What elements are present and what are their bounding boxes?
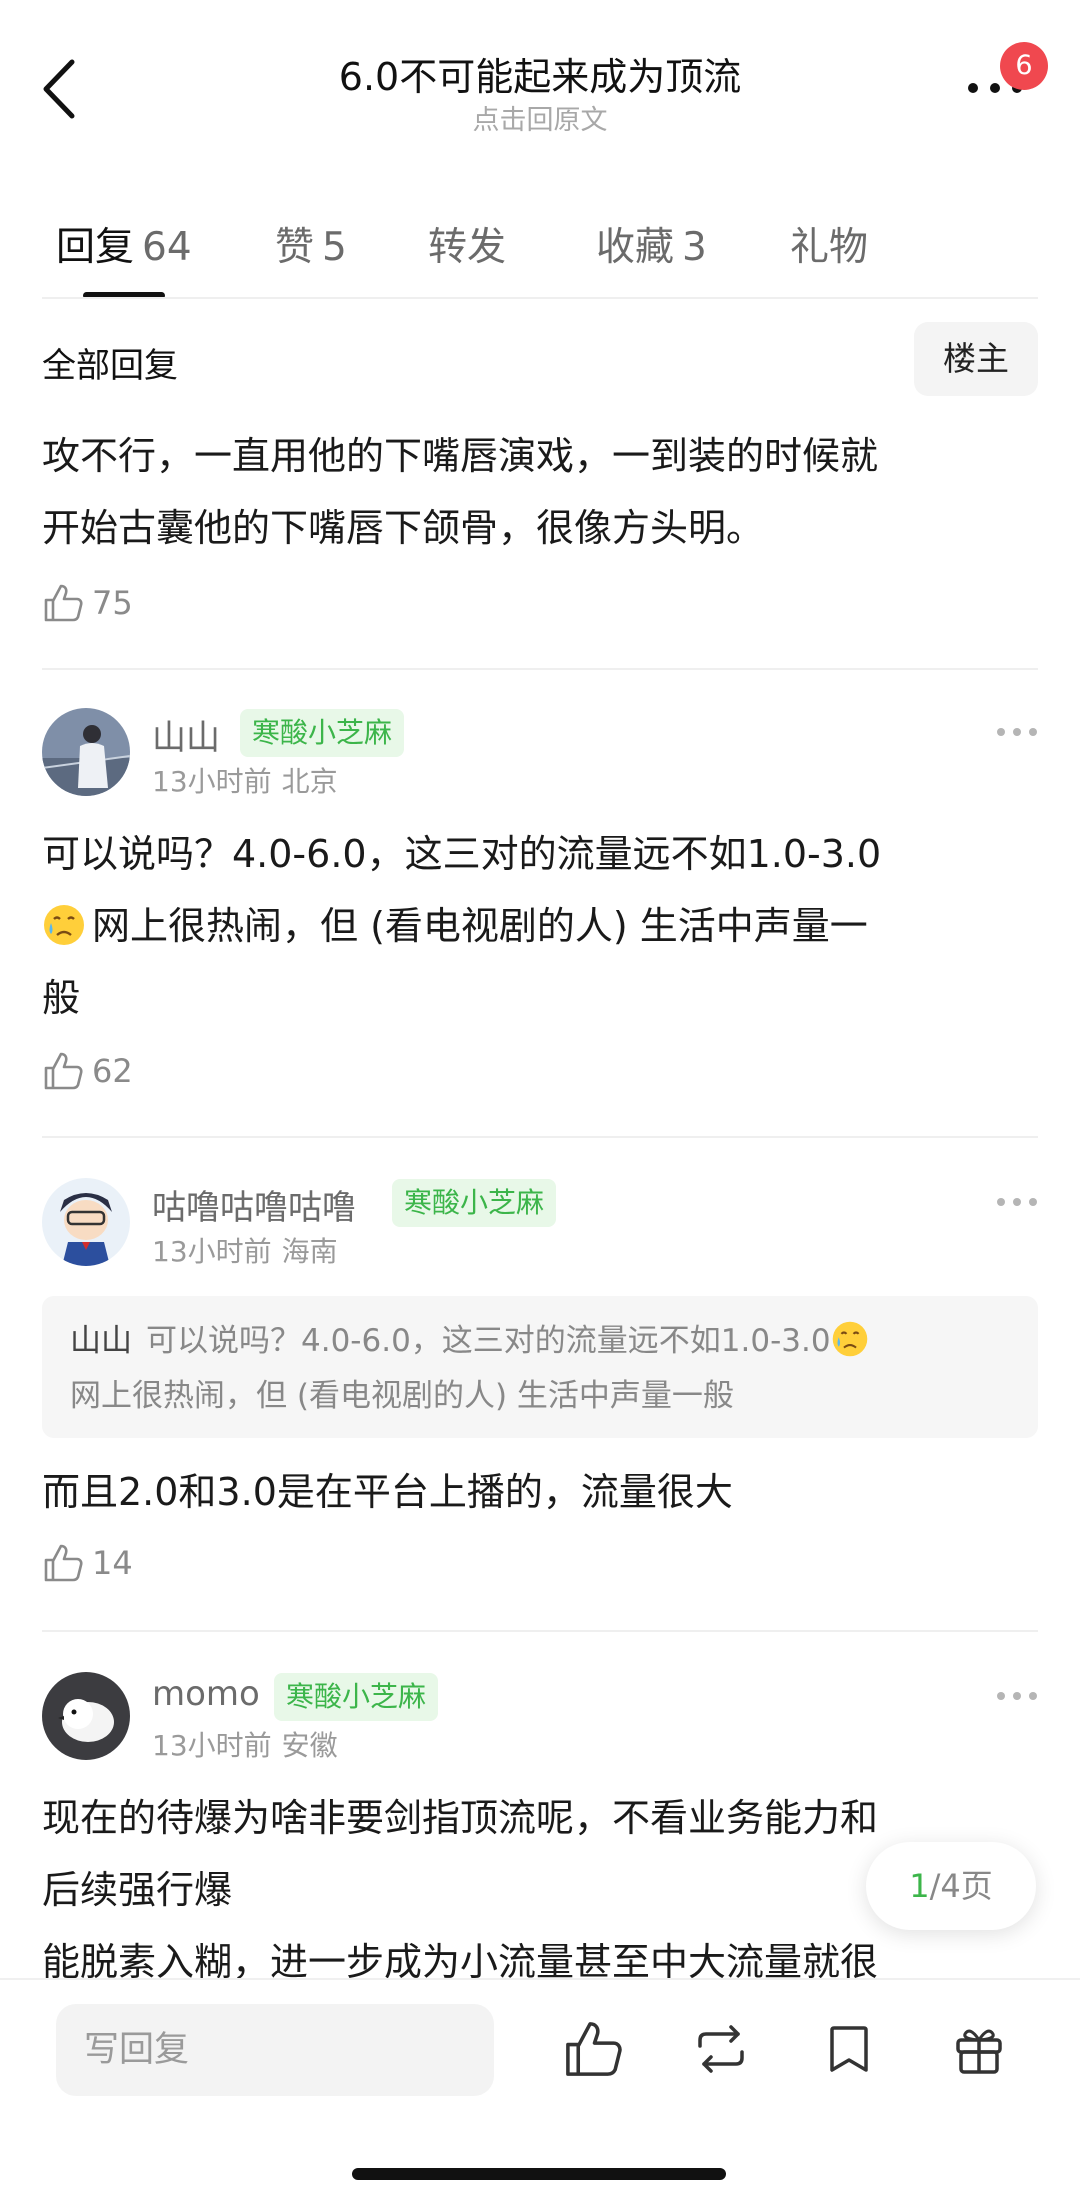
tab-count: 5 [322, 225, 347, 270]
avatar[interactable] [42, 708, 130, 796]
timestamp: 13小时前 [152, 765, 272, 798]
comment-body: 攻不行，一直用他的下嘴唇演戏，一到装的时候就 开始古囊他的下嘴唇下颌骨，很像方头… [42, 420, 1042, 564]
divider [42, 1136, 1038, 1138]
tab-favorites[interactable]: 收藏 3 [596, 216, 707, 272]
tab-reposts[interactable]: 转发 [428, 216, 506, 272]
all-replies-heading: 全部回复 [42, 346, 178, 386]
comment-body: 而且2.0和3.0是在平台上播的，流量很大 [42, 1456, 1042, 1528]
total-pages: /4页 [929, 1867, 993, 1905]
tab-label: 赞 [275, 225, 315, 270]
username[interactable]: momo [152, 1674, 260, 1714]
bookmark-button[interactable] [818, 2018, 880, 2080]
user-avatar-image [42, 1672, 130, 1760]
location: 北京 [281, 765, 338, 798]
comment-line: 攻不行，一直用他的下嘴唇演戏，一到装的时候就 [42, 434, 879, 478]
avatar[interactable] [42, 1178, 130, 1266]
reply-input[interactable]: 写回复 [56, 2004, 494, 2096]
current-page: 1 [909, 1867, 930, 1905]
tab-likes[interactable]: 赞5 [275, 216, 347, 272]
gift-button[interactable] [948, 2018, 1010, 2080]
comment-more-icon[interactable] [996, 726, 1038, 738]
tab-label: 收藏 [596, 225, 675, 270]
tab-label: 转发 [428, 225, 507, 270]
back-to-original-link[interactable]: 点击回原文 [0, 98, 1080, 137]
username[interactable]: 咕噜咕噜咕噜 [152, 1180, 356, 1229]
avatar[interactable] [42, 1672, 130, 1760]
post-title[interactable]: 6.0不可能起来成为顶流 [0, 46, 1080, 101]
tab-bar: 回复 64 赞5 转发 收藏 3 礼物 [0, 200, 1080, 300]
comment-line: 现在的待爆为啥非要剑指顶流呢，不看业务能力和 [42, 1796, 879, 1840]
user-avatar-image [42, 1178, 130, 1266]
user-level-badge: 寒酸小芝麻 [274, 1673, 439, 1721]
tab-count: 64 [142, 225, 192, 270]
home-indicator [352, 2168, 726, 2180]
quoted-reply[interactable]: 山山 可以说吗？4.0-6.0，这三对的流量远不如1.0-3.0 网上很热闹，但 … [42, 1296, 1038, 1438]
location: 海南 [281, 1235, 338, 1268]
page-indicator[interactable]: 1/4页 [866, 1842, 1036, 1930]
repost-icon [698, 2025, 744, 2073]
tab-label: 回复 [56, 225, 135, 270]
tab-gifts[interactable]: 礼物 [790, 216, 868, 272]
username[interactable]: 山山 [152, 710, 220, 759]
comment-line: 网上很热闹，但 (看电视剧的人) 生活中声量一 [42, 890, 1042, 962]
quote-line-text: 可以说吗？4.0-6.0，这三对的流量远不如1.0-3.0 [146, 1323, 831, 1359]
repost-button[interactable] [690, 2018, 752, 2080]
tab-replies[interactable]: 回复 64 [56, 216, 192, 272]
like-count: 14 [92, 1544, 133, 1582]
comment-meta: 13小时前 安徽 [152, 1724, 338, 1764]
user-level-badge: 寒酸小芝麻 [392, 1179, 557, 1227]
comment-meta: 13小时前 北京 [152, 760, 338, 800]
like-icon [44, 1544, 83, 1582]
like-icon [44, 584, 83, 622]
timestamp: 13小时前 [152, 1729, 272, 1762]
quote-username: 山山 [70, 1323, 132, 1359]
crying-emoji [44, 905, 84, 945]
comment-more-icon[interactable] [996, 1196, 1038, 1208]
like-count: 75 [92, 584, 133, 622]
gift-icon [956, 2029, 1002, 2074]
user-avatar-image [42, 708, 130, 796]
quote-line: 网上很热闹，但 (看电视剧的人) 生活中声量一般 [70, 1378, 734, 1414]
comment-line: 般 [42, 976, 81, 1020]
timestamp: 13小时前 [152, 1235, 272, 1268]
comment-line: 开始古囊他的下嘴唇下颌骨，很像方头明。 [42, 506, 765, 550]
crying-emoji [832, 1321, 867, 1357]
divider [42, 668, 1038, 670]
comment-line-text: 网上很热闹，但 (看电视剧的人) 生活中声量一 [92, 904, 868, 948]
quote-line: 山山 可以说吗？4.0-6.0，这三对的流量远不如1.0-3.0 [70, 1314, 1010, 1369]
bookmark-icon [830, 2026, 868, 2072]
comment-line: 而且2.0和3.0是在平台上播的，流量很大 [42, 1470, 733, 1514]
like-icon [566, 2022, 622, 2076]
user-level-badge: 寒酸小芝麻 [240, 709, 405, 757]
comment-more-icon[interactable] [996, 1690, 1038, 1702]
comment-line: 可以说吗？4.0-6.0，这三对的流量远不如1.0-3.0 [42, 832, 882, 876]
top-nav-bar: 6.0不可能起来成为顶流 点击回原文 6 [0, 0, 1080, 150]
owner-only-filter-button[interactable]: 楼主 [914, 322, 1038, 396]
notification-badge: 6 [1000, 42, 1048, 90]
comment-meta: 13小时前 海南 [152, 1230, 338, 1270]
like-post-button[interactable] [562, 2018, 624, 2080]
comment-body: 可以说吗？4.0-6.0，这三对的流量远不如1.0-3.0 网上很热闹，但 (看… [42, 818, 1042, 1034]
location: 安徽 [281, 1729, 338, 1762]
tab-label: 礼物 [790, 225, 869, 270]
like-count: 62 [92, 1052, 133, 1090]
tab-count: 3 [682, 225, 707, 270]
bottom-action-bar: 写回复 [0, 1978, 1080, 2211]
divider [42, 1630, 1038, 1632]
divider [42, 297, 1038, 299]
like-icon [44, 1052, 83, 1090]
